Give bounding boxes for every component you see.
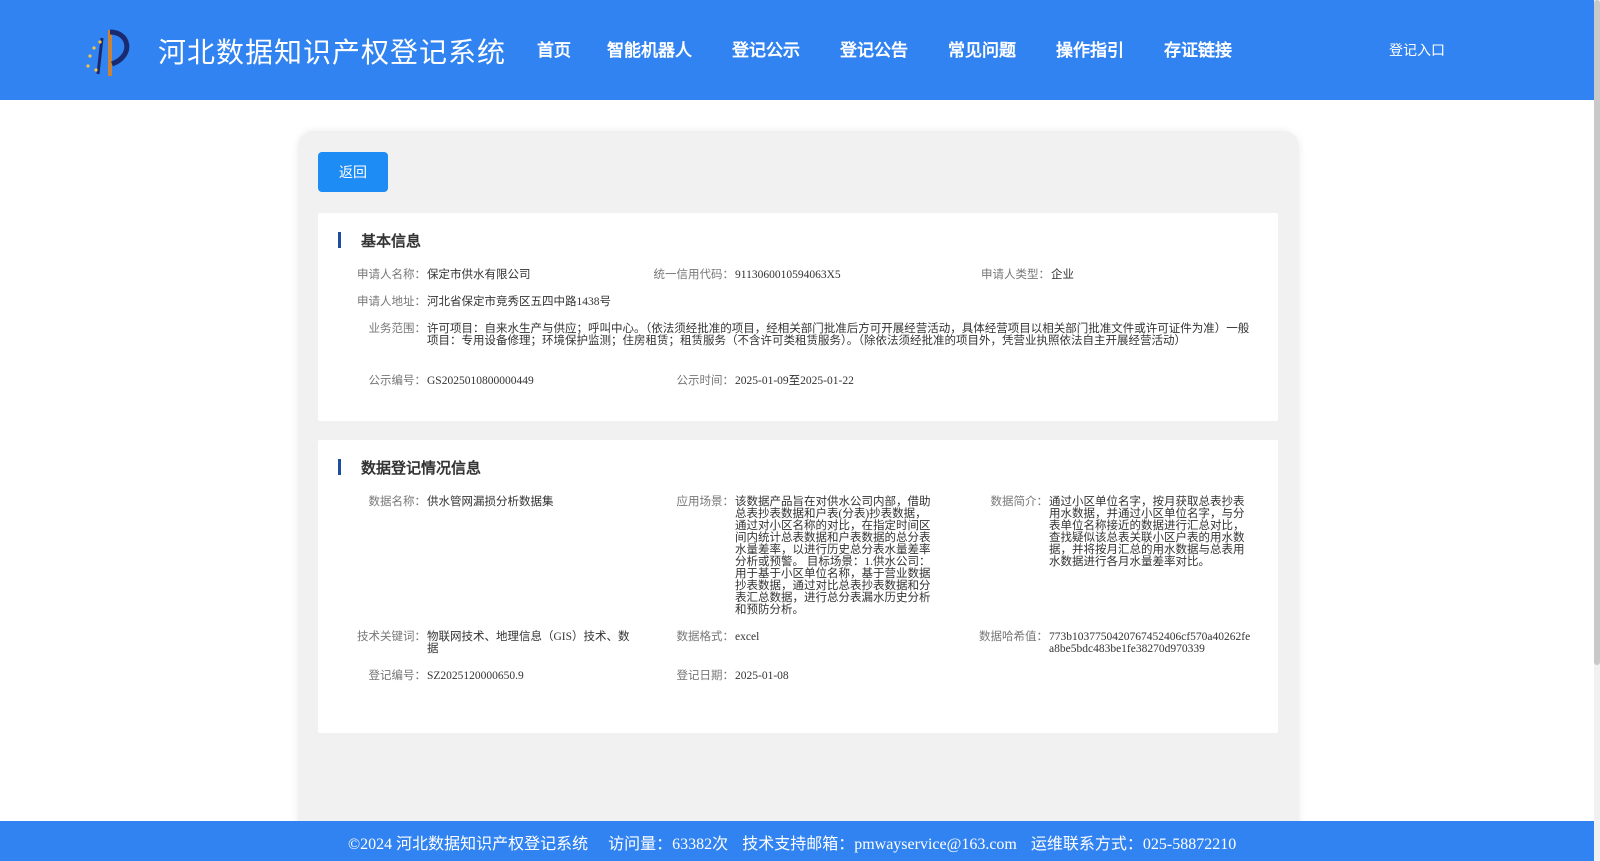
field-label: 数据简介：	[990, 496, 1049, 508]
field-label: 业务范围：	[368, 323, 427, 335]
section-title: 数据登记情况信息	[338, 458, 482, 477]
nav-item-faq[interactable]: 常见问题	[948, 36, 1016, 61]
footer-phone: 运维联系方式：025-58872210	[1030, 836, 1237, 853]
field-value: 保定市供水有限公司	[427, 269, 531, 281]
field-value: GS2025010800000449	[427, 375, 534, 387]
page-scrollbar[interactable]	[1594, 0, 1600, 861]
field-value: 河北省保定市竞秀区五四中路1438号	[427, 296, 611, 308]
nav-item-guide[interactable]: 操作指引	[1056, 36, 1124, 61]
section-title-text: 基本信息	[361, 231, 422, 250]
field-label: 数据名称：	[368, 496, 427, 508]
field-value: 通过小区单位名字，按月获取总表抄表用水数据，并通过小区单位名字，与分表单位名称接…	[1049, 496, 1245, 568]
data-registration-section: 数据登记情况信息 数据名称： 供水管网漏损分析数据集 应用场景： 该数据产品旨在…	[318, 440, 1278, 733]
footer-visits: 访问量：63382次	[608, 836, 729, 853]
page-footer: ©2024 河北数据知识产权登记系统 访问量：63382次 技术支持邮箱：pmw…	[0, 821, 1594, 861]
login-link[interactable]: 登记入口	[1389, 40, 1445, 60]
field-value: SZ2025120000650.9	[427, 670, 524, 682]
field-label: 申请人名称：	[357, 269, 426, 281]
back-button[interactable]: 返回	[318, 152, 388, 192]
footer-copyright: ©2024 河北数据知识产权登记系统	[348, 836, 589, 853]
field-value: 许可项目：自来水生产与供应；呼叫中心。（依法须经批准的项目，经相关部门批准后方可…	[427, 323, 1250, 347]
nav-item-robot[interactable]: 智能机器人	[607, 36, 692, 61]
nav-item-announcement[interactable]: 登记公告	[840, 36, 908, 61]
field-label: 登记日期：	[676, 670, 735, 682]
field-value: 2025-01-08	[735, 670, 789, 682]
field-label: 申请人类型：	[981, 269, 1050, 281]
field-label: 数据哈希值：	[979, 631, 1048, 643]
nav-item-home[interactable]: 首页	[537, 36, 571, 61]
field-label: 公示时间：	[676, 375, 735, 387]
main-nav: 首页 智能机器人 登记公示 登记公告 常见问题 操作指引 存证链接	[537, 36, 1272, 61]
field-value: 该数据产品旨在对供水公司内部，借助总表抄表数据和户表(分表)抄表数据，通过对小区…	[735, 496, 931, 616]
field-label: 数据格式：	[676, 631, 735, 643]
top-header: 河北数据知识产权登记系统 首页 智能机器人 登记公示 登记公告 常见问题 操作指…	[0, 0, 1600, 100]
section-title-text: 数据登记情况信息	[361, 458, 482, 477]
site-title: 河北数据知识产权登记系统	[158, 36, 507, 69]
field-value: 企业	[1051, 269, 1074, 281]
section-title-bar	[338, 459, 341, 475]
nav-item-evidence-link[interactable]: 存证链接	[1164, 36, 1232, 61]
field-label: 公示编号：	[368, 375, 427, 387]
field-label: 统一信用代码：	[653, 269, 735, 281]
field-value: 2025-01-09至2025-01-22	[735, 375, 854, 387]
footer-email: 技术支持邮箱：pmwayservice@163.com	[742, 836, 1017, 853]
field-value: 物联网技术、地理信息（GIS）技术、数据	[427, 631, 630, 655]
field-value: excel	[735, 631, 760, 643]
field-label: 申请人地址：	[357, 296, 426, 308]
field-label: 应用场景：	[676, 496, 735, 508]
field-value: 773b103775042076745240​6cf570a40262fea8b…	[1049, 631, 1251, 655]
field-label: 登记编号：	[368, 670, 427, 682]
nav-item-publicity[interactable]: 登记公示	[732, 36, 800, 61]
field-value: 9113060010594063X5	[735, 269, 841, 281]
field-value: 供水管网漏损分析数据集	[427, 496, 554, 508]
section-title: 基本信息	[338, 231, 422, 250]
scrollbar-thumb[interactable]	[1594, 0, 1600, 665]
detail-card: 返回 基本信息 申请人名称： 保定市供水有限公司 统一信用代码： 9113060…	[298, 131, 1299, 841]
basic-info-section: 基本信息 申请人名称： 保定市供水有限公司 统一信用代码： 9113060010…	[318, 213, 1278, 421]
field-label: 技术关键词：	[357, 631, 426, 643]
logo-icon	[86, 29, 130, 76]
footer-content: ©2024 河北数据知识产权登记系统 访问量：63382次 技术支持邮箱：pmw…	[348, 830, 1256, 854]
section-title-bar	[338, 232, 341, 248]
